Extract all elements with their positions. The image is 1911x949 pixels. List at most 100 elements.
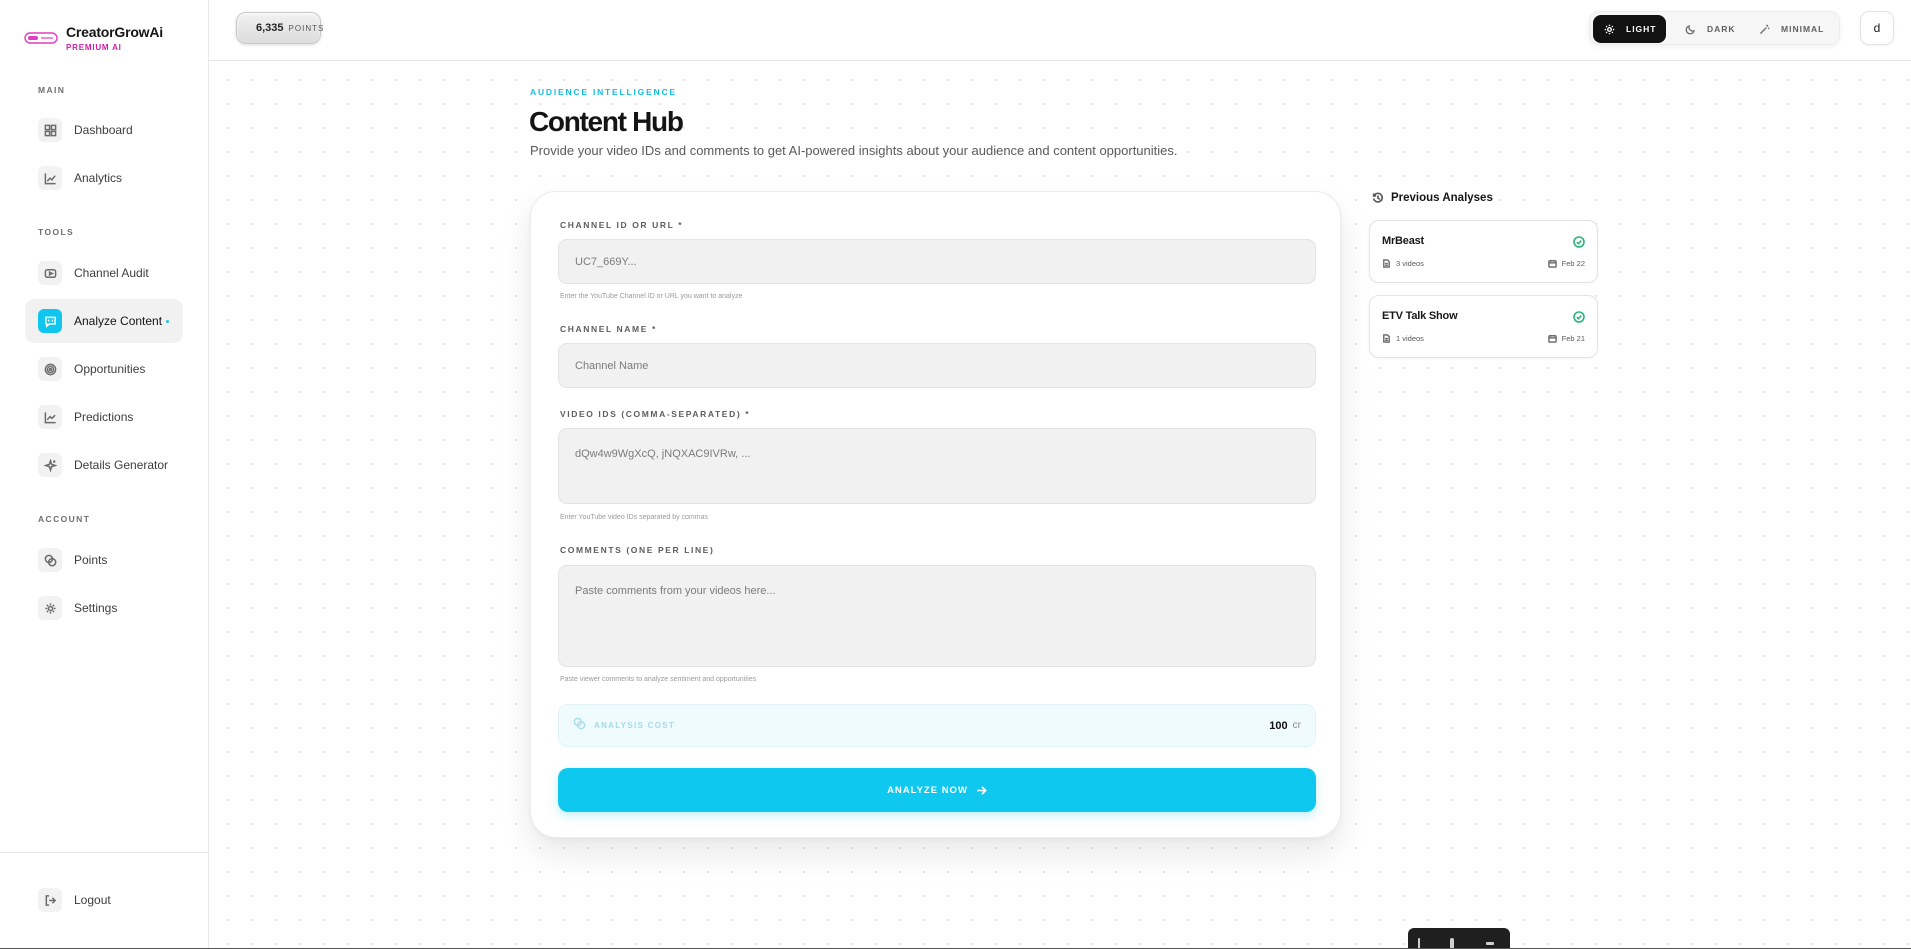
video-ids-textarea[interactable]: dQw4w9WgXcQ, jNQXAC9IVRw, ... <box>558 428 1316 504</box>
brand-title: CreatorGrowAi <box>66 24 163 40</box>
sidebar-item-label: Predictions <box>74 410 134 424</box>
video-count: 1 videos <box>1396 334 1424 343</box>
date-label: Feb 22 <box>1561 259 1585 268</box>
sidebar-item-label: Analyze Content <box>74 314 163 328</box>
brand-logo-icon <box>24 32 58 44</box>
video-ids-hint: Enter YouTube video IDs separated by com… <box>560 514 708 521</box>
video-icon <box>38 261 62 285</box>
channel-id-label: CHANNEL ID OR URL * <box>560 220 684 230</box>
comments-textarea[interactable]: Paste comments from your videos here... <box>558 565 1316 667</box>
channel-name-input[interactable]: Channel Name <box>558 343 1316 388</box>
analyze-button-label: ANALYZE NOW <box>887 784 968 796</box>
sparkles-icon <box>38 453 62 477</box>
check-circle-icon <box>1573 310 1585 328</box>
section-label-main: MAIN <box>38 85 66 95</box>
trend-chart-icon <box>38 405 62 429</box>
sidebar-item-label: Channel Audit <box>74 266 149 280</box>
section-label-account: ACCOUNT <box>38 514 91 524</box>
analyze-now-button[interactable]: ANALYZE NOW <box>558 768 1316 812</box>
comments-hint: Paste viewer comments to analyze sentime… <box>560 676 757 683</box>
calendar-icon <box>1547 334 1557 343</box>
sidebar-divider <box>0 852 209 853</box>
theme-switcher: LIGHT DARK MINIMAL <box>1589 11 1840 45</box>
points-label: POINTS <box>288 23 325 33</box>
sidebar-item-details-generator[interactable]: Details Generator <box>25 443 183 487</box>
channel-name-label: CHANNEL NAME * <box>560 324 657 334</box>
sidebar-item-label: Points <box>74 553 108 567</box>
coins-icon <box>38 548 62 572</box>
theme-option-dark[interactable]: DARK <box>1674 15 1745 43</box>
cost-value: 100 <box>1269 719 1288 732</box>
sidebar-item-label: Opportunities <box>74 362 146 376</box>
sidebar-item-label: Dashboard <box>74 123 133 137</box>
line-chart-icon <box>38 166 62 190</box>
sun-icon <box>1604 24 1615 34</box>
channel-id-hint: Enter the YouTube Channel ID or URL you … <box>560 293 743 300</box>
main-content: AUDIENCE INTELLIGENCE Content Hub Provid… <box>210 62 1911 948</box>
arrow-right-icon <box>977 785 987 795</box>
previous-analyses-title: Previous Analyses <box>1391 192 1493 204</box>
theme-option-label: DARK <box>1707 24 1736 34</box>
previous-analysis-videos: 1 videos <box>1382 334 1424 343</box>
video-count: 3 videos <box>1396 259 1424 268</box>
theme-option-label: LIGHT <box>1626 24 1657 34</box>
previous-analysis-date: Feb 21 <box>1547 334 1585 343</box>
floating-toolbar[interactable] <box>1408 928 1510 949</box>
previous-analysis-card[interactable]: MrBeast 3 videos Feb 22 <box>1369 220 1598 283</box>
video-ids-label: VIDEO IDS (COMMA-SEPARATED) * <box>560 409 751 419</box>
previous-analysis-card[interactable]: ETV Talk Show 1 videos Feb 21 <box>1369 295 1598 358</box>
brand[interactable]: CreatorGrowAi PREMIUM AI <box>24 24 163 52</box>
sidebar-item-dashboard[interactable]: Dashboard <box>25 108 183 152</box>
analysis-form: CHANNEL ID OR URL * UC7_669Y... Enter th… <box>530 191 1341 838</box>
more-icon <box>1486 942 1494 945</box>
page-eyebrow: AUDIENCE INTELLIGENCE <box>530 87 677 97</box>
file-icon <box>1383 334 1390 343</box>
sidebar-item-label: Settings <box>74 601 118 615</box>
page-title: Content Hub <box>529 106 684 137</box>
file-icon <box>1383 259 1390 268</box>
theme-option-minimal[interactable]: MINIMAL <box>1748 15 1833 43</box>
sidebar-item-analytics[interactable]: Analytics <box>25 156 183 200</box>
page-description: Provide your video IDs and comments to g… <box>530 143 1178 158</box>
sidebar-item-channel-audit[interactable]: Channel Audit <box>25 251 183 295</box>
previous-analysis-videos: 3 videos <box>1382 259 1424 268</box>
comments-label: COMMENTS (ONE PER LINE) <box>560 545 715 555</box>
analysis-cost: ANALYSIS COST 100 cr <box>558 704 1316 747</box>
brand-subtitle: PREMIUM AI <box>66 43 122 52</box>
avatar[interactable]: d <box>1860 11 1894 45</box>
previous-analysis-name: ETV Talk Show <box>1382 310 1458 322</box>
message-square-icon <box>38 309 62 333</box>
active-indicator <box>166 320 169 323</box>
magic-wand-icon <box>1759 24 1770 34</box>
previous-analyses-heading: Previous Analyses <box>1372 192 1493 204</box>
coins-icon <box>573 717 586 735</box>
theme-option-label: MINIMAL <box>1781 24 1825 34</box>
check-circle-icon <box>1573 235 1585 253</box>
sidebar-item-logout[interactable]: Logout <box>25 878 183 922</box>
gear-icon <box>38 596 62 620</box>
logout-icon <box>38 888 62 912</box>
cost-label: ANALYSIS COST <box>594 721 676 730</box>
date-label: Feb 21 <box>1561 334 1585 343</box>
sidebar: CreatorGrowAi PREMIUM AI MAIN Dashboard … <box>0 0 209 949</box>
sidebar-item-label: Logout <box>74 893 111 907</box>
channel-id-input[interactable]: UC7_669Y... <box>558 239 1316 284</box>
sidebar-item-settings[interactable]: Settings <box>25 586 183 630</box>
theme-option-light[interactable]: LIGHT <box>1593 15 1666 43</box>
points-value: 6,335 <box>256 22 284 34</box>
history-icon <box>1372 192 1383 203</box>
previous-analysis-date: Feb 22 <box>1547 259 1585 268</box>
sidebar-item-analyze-content[interactable]: Analyze Content <box>25 299 183 343</box>
sidebar-item-opportunities[interactable]: Opportunities <box>25 347 183 391</box>
cost-unit: cr <box>1292 720 1301 731</box>
calendar-icon <box>1547 259 1557 268</box>
previous-analysis-name: MrBeast <box>1382 235 1425 247</box>
sidebar-item-predictions[interactable]: Predictions <box>25 395 183 439</box>
sidebar-item-points[interactable]: Points <box>25 538 183 582</box>
section-label-tools: TOOLS <box>38 227 75 237</box>
moon-icon <box>1685 24 1695 34</box>
target-icon <box>38 357 62 381</box>
topbar: 6,335 POINTS LIGHT DARK MINIMAL d <box>209 0 1911 61</box>
points-balance[interactable]: 6,335 POINTS <box>236 12 323 44</box>
sidebar-item-label: Details Generator <box>74 458 169 472</box>
